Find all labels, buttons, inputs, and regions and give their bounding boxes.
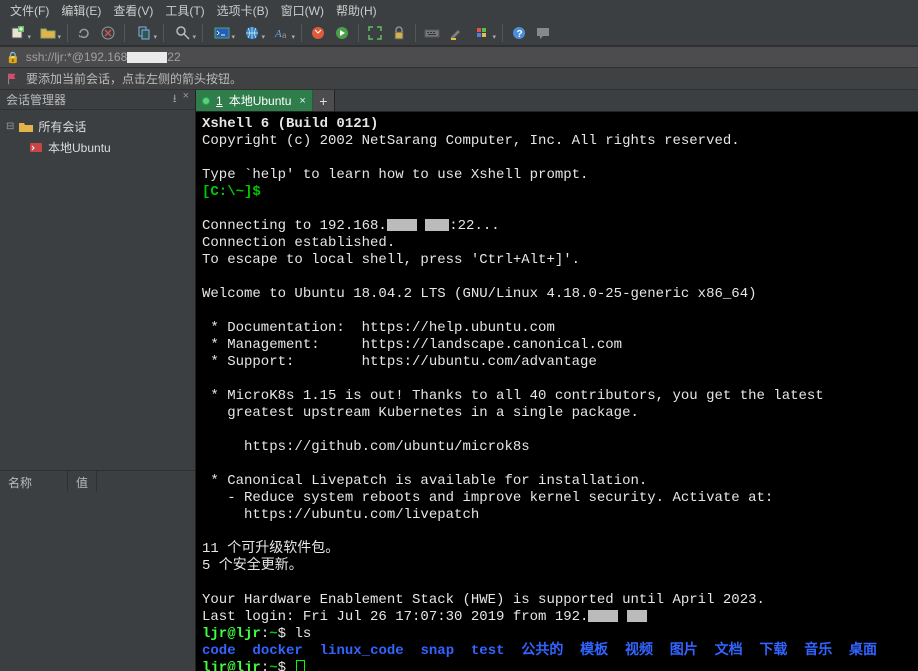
reconnect-button[interactable]: [73, 22, 95, 44]
reconnect-icon: [76, 25, 92, 41]
open-button[interactable]: [34, 22, 62, 44]
prop-col-value[interactable]: 值: [68, 471, 97, 492]
script-stop-button[interactable]: [307, 22, 329, 44]
keyboard-icon: [424, 25, 440, 41]
address-bar[interactable]: 🔒 ssh://ljr:*@192.16822: [0, 46, 918, 68]
tab-bar: 1 本地Ubuntu × +: [196, 90, 918, 112]
find-button[interactable]: [169, 22, 197, 44]
highlight-icon: [448, 25, 464, 41]
tree-root[interactable]: ⊟ 所有会话: [4, 116, 191, 137]
folder-icon: [18, 119, 34, 135]
terminal-output[interactable]: Xshell 6 (Build 0121) Copyright (c) 2002…: [196, 112, 918, 671]
lock-icon: [391, 25, 407, 41]
globe-button[interactable]: [238, 22, 266, 44]
keyboard-button[interactable]: [421, 22, 443, 44]
tab-status-dot-icon: [202, 97, 210, 105]
separator: [124, 24, 125, 42]
copy-icon: [136, 25, 152, 41]
find-icon: [175, 25, 191, 41]
separator: [202, 24, 203, 42]
tab-close-icon[interactable]: ×: [297, 95, 305, 107]
palette-button[interactable]: [469, 22, 497, 44]
fullscreen-button[interactable]: [364, 22, 386, 44]
redacted-ip: [127, 52, 167, 63]
help-button[interactable]: ?: [508, 22, 530, 44]
svg-text:A: A: [274, 28, 282, 40]
script-run-icon: [334, 25, 350, 41]
properties-header: 名称 值: [0, 470, 195, 492]
main-area: 会话管理器 ⭳ × ⊟ 所有会话 本地Ubuntu 名称 值: [0, 90, 918, 671]
menu-window[interactable]: 窗口(W): [275, 1, 330, 20]
terminal-icon: [214, 25, 230, 41]
info-bar: 要添加当前会话，点击左侧的箭头按钮。: [0, 68, 918, 90]
toolbar: Aa ?: [0, 20, 918, 46]
terminal-panel: 1 本地Ubuntu × + Xshell 6 (Build 0121) Cop…: [196, 90, 918, 671]
font-icon: Aa: [274, 25, 290, 41]
copy-button[interactable]: [130, 22, 158, 44]
menu-view[interactable]: 查看(V): [107, 1, 159, 20]
menu-bar: 文件(F) 编辑(E) 查看(V) 工具(T) 选项卡(B) 窗口(W) 帮助(…: [0, 0, 918, 20]
new-session-icon: [10, 25, 26, 41]
separator: [358, 24, 359, 42]
menu-help[interactable]: 帮助(H): [330, 1, 383, 20]
tree-root-label: 所有会话: [38, 118, 86, 135]
terminal-cursor: [296, 660, 305, 671]
chat-button[interactable]: [532, 22, 554, 44]
menu-tabs[interactable]: 选项卡(B): [211, 1, 275, 20]
flag-icon[interactable]: [6, 72, 20, 86]
menu-tools[interactable]: 工具(T): [159, 1, 210, 20]
info-text: 要添加当前会话，点击左侧的箭头按钮。: [26, 70, 242, 87]
palette-icon: [475, 25, 491, 41]
svg-text:a: a: [282, 31, 287, 40]
script-stop-icon: [310, 25, 326, 41]
menu-edit[interactable]: 编辑(E): [55, 1, 107, 20]
tree-session-label: 本地Ubuntu: [48, 139, 111, 156]
lock-glyph-icon: 🔒: [6, 51, 20, 64]
tab-session-1[interactable]: 1 本地Ubuntu ×: [196, 90, 313, 111]
separator: [301, 24, 302, 42]
session-manager-title: 会话管理器: [6, 91, 66, 108]
session-icon: [28, 140, 44, 156]
close-panel-icon[interactable]: ×: [183, 90, 189, 109]
separator: [163, 24, 164, 42]
svg-text:?: ?: [517, 29, 523, 40]
tree-session-item[interactable]: 本地Ubuntu: [4, 137, 191, 158]
address-text: ssh://ljr:*@192.16822: [26, 50, 181, 64]
help-icon: ?: [511, 25, 527, 41]
open-icon: [40, 25, 56, 41]
script-run-button[interactable]: [331, 22, 353, 44]
properties-body: [0, 492, 195, 671]
menu-file[interactable]: 文件(F): [4, 1, 55, 20]
tab-index: 1: [216, 94, 223, 108]
fullscreen-icon: [367, 25, 383, 41]
disconnect-icon: [100, 25, 116, 41]
globe-icon: [244, 25, 260, 41]
add-tab-button[interactable]: +: [313, 90, 335, 111]
new-session-button[interactable]: [4, 22, 32, 44]
separator: [415, 24, 416, 42]
tab-label: 本地Ubuntu: [229, 92, 292, 109]
chat-icon: [535, 25, 551, 41]
highlight-button[interactable]: [445, 22, 467, 44]
disconnect-button[interactable]: [97, 22, 119, 44]
separator: [502, 24, 503, 42]
separator: [67, 24, 68, 42]
session-manager-panel: 会话管理器 ⭳ × ⊟ 所有会话 本地Ubuntu 名称 值: [0, 90, 196, 671]
session-tree[interactable]: ⊟ 所有会话 本地Ubuntu: [0, 110, 195, 470]
font-button[interactable]: Aa: [268, 22, 296, 44]
session-manager-header: 会话管理器 ⭳ ×: [0, 90, 195, 110]
caret-icon[interactable]: ⊟: [6, 121, 14, 132]
pin-icon[interactable]: ⭳: [173, 90, 177, 109]
prop-col-name[interactable]: 名称: [0, 471, 68, 492]
lock-button[interactable]: [388, 22, 410, 44]
terminal-button[interactable]: [208, 22, 236, 44]
